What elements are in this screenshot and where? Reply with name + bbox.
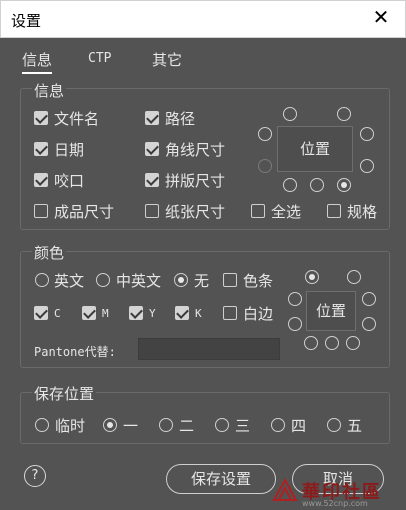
tab-info[interactable]: 信息: [22, 49, 53, 74]
lang-english-label: 英文: [54, 272, 85, 290]
color-position-left-bottom[interactable]: [288, 317, 302, 331]
channel-m-checkbox[interactable]: [82, 306, 96, 320]
channel-c-checkbox[interactable]: [34, 306, 48, 320]
save-location-label: 保存位置: [32, 383, 97, 404]
save-three-label: 三: [235, 417, 251, 435]
color-bar-label: 色条: [243, 272, 274, 290]
color-position-top-right[interactable]: [347, 270, 361, 284]
imposition-size-checkbox[interactable]: [145, 173, 159, 187]
color-position-top-left[interactable]: [305, 270, 319, 284]
lang-bilingual-label: 中英文: [116, 272, 162, 290]
info-group-label: 信息: [32, 80, 67, 101]
lang-bilingual-radio[interactable]: [96, 273, 110, 287]
save-two-radio[interactable]: [159, 418, 173, 432]
save-five-label: 五: [347, 417, 363, 435]
filename-label: 文件名: [54, 110, 100, 128]
info-position-box: 位置: [277, 126, 353, 172]
save-one-radio[interactable]: [103, 418, 117, 432]
watermark: 華印社區 www.52cnp.com: [270, 476, 400, 508]
lang-english-radio[interactable]: [35, 273, 49, 287]
info-position-top-right[interactable]: [337, 107, 351, 121]
info-position-bottom-right[interactable]: [337, 178, 351, 192]
select-all-checkbox[interactable]: [251, 204, 265, 218]
window-title: 设置: [11, 12, 42, 30]
color-position-bottom-center[interactable]: [325, 336, 339, 350]
filename-checkbox[interactable]: [34, 111, 48, 125]
tab-other[interactable]: 其它: [152, 49, 182, 70]
close-icon[interactable]: ✕: [371, 7, 391, 27]
date-checkbox[interactable]: [34, 142, 48, 156]
color-position-right-bottom[interactable]: [362, 317, 376, 331]
color-position-bottom-left[interactable]: [304, 336, 318, 350]
white-border-checkbox[interactable]: [223, 306, 237, 320]
save-two-label: 二: [179, 417, 195, 435]
save-one-label: 一: [123, 417, 139, 435]
title-bar: 设置 ✕: [0, 0, 406, 38]
gripper-label: 咬口: [54, 172, 85, 190]
save-three-radio[interactable]: [215, 418, 229, 432]
spec-label: 规格: [347, 203, 378, 221]
corner-size-label: 角线尺寸: [165, 141, 226, 159]
date-label: 日期: [54, 141, 85, 159]
watermark-url: www.52cnp.com: [302, 499, 368, 508]
info-position-left-bottom[interactable]: [258, 159, 272, 173]
finished-size-checkbox[interactable]: [34, 204, 48, 218]
white-border-label: 白边: [243, 305, 274, 323]
corner-size-checkbox[interactable]: [145, 142, 159, 156]
paper-size-checkbox[interactable]: [145, 204, 159, 218]
imposition-size-label: 拼版尺寸: [165, 172, 226, 190]
color-position-bottom-right[interactable]: [346, 336, 360, 350]
pantone-input[interactable]: [138, 338, 280, 360]
path-checkbox[interactable]: [145, 111, 159, 125]
color-position-right-top[interactable]: [362, 292, 376, 306]
save-four-radio[interactable]: [271, 418, 285, 432]
color-position-left-top[interactable]: [288, 292, 302, 306]
info-position-bottom-center[interactable]: [310, 178, 324, 192]
channel-c-label: C: [54, 307, 61, 320]
channel-k-checkbox[interactable]: [175, 306, 189, 320]
save-five-radio[interactable]: [327, 418, 341, 432]
info-position-top-left[interactable]: [283, 107, 297, 121]
tab-bar: 信息 CTP 其它: [0, 44, 406, 74]
save-four-label: 四: [291, 417, 307, 435]
channel-m-label: M: [102, 307, 109, 320]
path-label: 路径: [165, 110, 196, 128]
paper-size-label: 纸张尺寸: [165, 203, 226, 221]
info-position-bottom-left[interactable]: [283, 178, 297, 192]
color-position-box: 位置: [306, 291, 356, 331]
watermark-logo-icon: [272, 477, 298, 501]
info-position-left-top[interactable]: [258, 127, 272, 141]
save-temp-label: 临时: [55, 417, 86, 435]
channel-k-label: K: [195, 307, 202, 320]
pantone-label: Pantone代替:: [34, 345, 116, 359]
color-group-label: 颜色: [32, 242, 67, 263]
info-position-right-bottom[interactable]: [360, 159, 374, 173]
lang-none-radio[interactable]: [174, 273, 188, 287]
info-position-right-top[interactable]: [360, 127, 374, 141]
save-settings-button[interactable]: 保存设置: [166, 464, 276, 494]
spec-checkbox[interactable]: [327, 204, 341, 218]
channel-y-label: Y: [149, 307, 156, 320]
select-all-label: 全选: [271, 203, 302, 221]
tab-ctp[interactable]: CTP: [88, 51, 111, 66]
help-icon[interactable]: ?: [24, 465, 46, 487]
lang-none-label: 无: [194, 272, 210, 290]
finished-size-label: 成品尺寸: [54, 203, 115, 221]
channel-y-checkbox[interactable]: [129, 306, 143, 320]
gripper-checkbox[interactable]: [34, 173, 48, 187]
save-temp-radio[interactable]: [35, 418, 49, 432]
color-bar-checkbox[interactable]: [223, 273, 237, 287]
